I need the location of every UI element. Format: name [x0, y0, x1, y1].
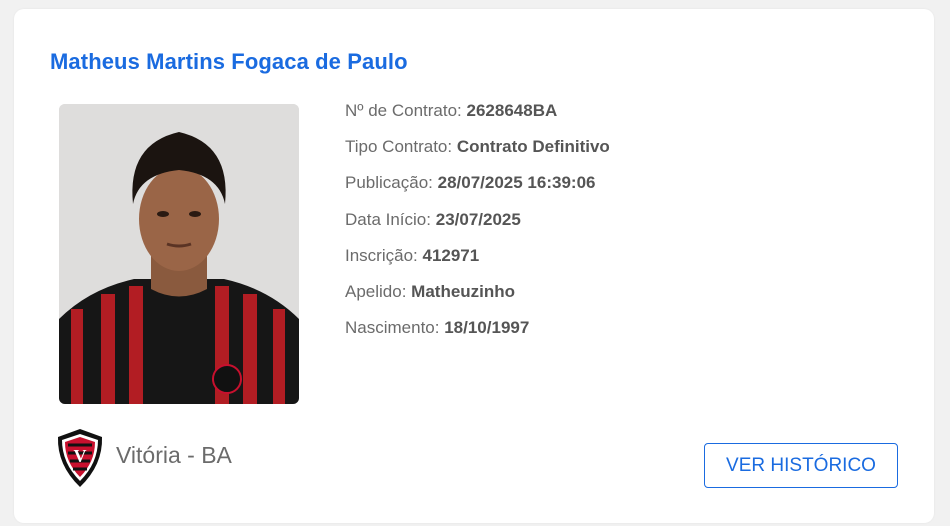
player-photo-image: [59, 104, 299, 404]
club-name: Vitória - BA: [116, 441, 232, 468]
contract-number-label: Nº de Contrato:: [345, 101, 462, 120]
birth-date-value: 18/10/1997: [444, 318, 530, 338]
start-date-label: Data Início:: [345, 209, 431, 229]
contract-card: Matheus Martins Fogaca de Paulo Nº de Co…: [14, 9, 934, 523]
nickname-value: Matheuzinho: [411, 281, 516, 301]
contract-type-value: Contrato Definitivo: [456, 137, 610, 157]
contract-type-row: Tipo Contrato: Contrato Definitivo: [345, 136, 610, 172]
birth-date-label: Nascimento:: [345, 318, 440, 338]
club-info: V Vitória - BA: [54, 427, 232, 489]
contract-details: Nº de Contrato: 2628648BA Tipo Contrato:…: [345, 100, 610, 353]
club-crest-icon: V: [54, 427, 106, 489]
registration-label: Inscrição:: [345, 245, 418, 265]
contract-number-value: 2628648BA: [466, 101, 558, 120]
svg-text:V: V: [74, 446, 87, 466]
nickname-row: Apelido: Matheuzinho: [345, 281, 610, 317]
contract-type-label: Tipo Contrato:: [345, 137, 453, 157]
contract-number-row: Nº de Contrato: 2628648BA: [345, 100, 610, 136]
publication-row: Publicação: 28/07/2025 16:39:06: [345, 172, 610, 208]
nickname-label: Apelido:: [345, 281, 407, 301]
start-date-value: 23/07/2025: [435, 209, 521, 229]
registration-row: Inscrição: 412971: [345, 245, 610, 281]
publication-value: 28/07/2025 16:39:06: [437, 173, 596, 193]
player-name: Matheus Martins Fogaca de Paulo: [50, 49, 408, 74]
publication-label: Publicação:: [345, 173, 433, 193]
view-history-button[interactable]: VER HISTÓRICO: [704, 443, 898, 488]
registration-value: 412971: [422, 245, 480, 265]
start-date-row: Data Início: 23/07/2025: [345, 209, 610, 245]
player-photo: [59, 104, 299, 404]
birth-date-row: Nascimento: 18/10/1997: [345, 317, 610, 353]
